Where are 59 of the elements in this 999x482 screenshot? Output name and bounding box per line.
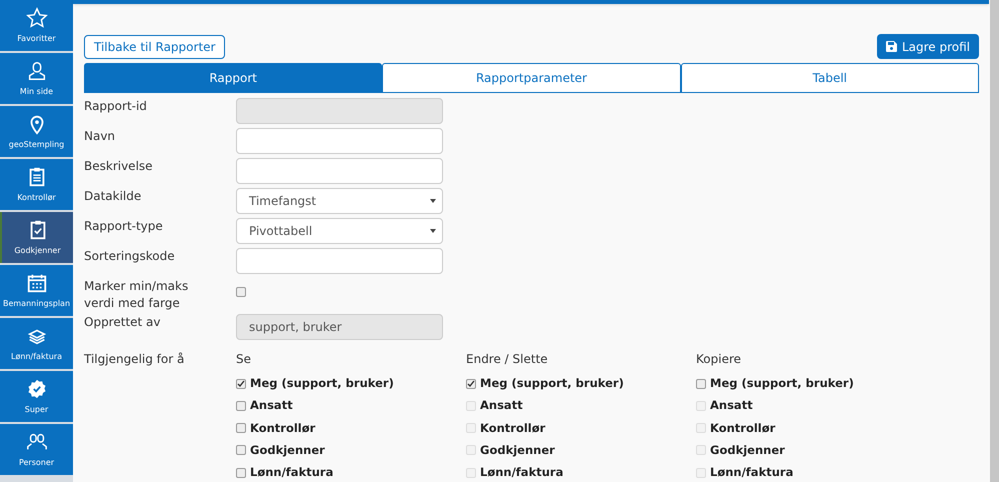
input-field[interactable] [236, 158, 443, 184]
field-label: Navn [84, 128, 116, 145]
checkbox-label: Meg (support, bruker) [710, 375, 854, 392]
checkbox-label: Kontrollør [480, 420, 546, 436]
save-button[interactable]: Lagre profil [876, 34, 979, 59]
checkbox-label: Lønn/faktura [250, 464, 334, 481]
calendar-icon [26, 272, 48, 294]
checkbox-label: Godkjenner [710, 442, 785, 459]
back-button[interactable]: Tilbake til Rapporter [84, 35, 226, 59]
field-label: Sorteringskode [84, 248, 176, 265]
dropdown[interactable]: Pivottabell [236, 218, 443, 244]
checkbox-label: Kontrollør [710, 420, 776, 436]
tab[interactable]: Rapportparameter [382, 63, 681, 93]
sidebar-item[interactable]: Godkjenner [0, 212, 73, 263]
field-label: Rapport-type [84, 218, 164, 235]
field-label: Tilgjengelig for å [84, 351, 186, 368]
checkbox-label: Meg (support, bruker) [480, 375, 624, 392]
checkbox[interactable] [236, 468, 246, 478]
column-heading: Se [236, 351, 252, 368]
checkbox-label: Lønn/faktura [710, 464, 794, 481]
field-label: Marker min/maks verdi med farge [84, 278, 190, 312]
checkbox[interactable] [236, 423, 246, 434]
checkbox[interactable] [696, 378, 706, 389]
checkbox-label: Godkjenner [480, 442, 555, 459]
sidebar-item[interactable]: Super [0, 371, 73, 422]
checkbox[interactable] [466, 378, 476, 389]
checkbox[interactable] [236, 445, 246, 456]
checkbox-label: Godkjenner [250, 442, 325, 459]
caret-icon [430, 199, 436, 203]
sidebar-item[interactable]: geoStempling [0, 106, 73, 157]
tab[interactable]: Tabell [680, 63, 979, 93]
checkbox-label: Ansatt [710, 397, 753, 414]
checkbox[interactable] [236, 400, 246, 411]
sidebar-item[interactable]: Bemanningsplan [0, 265, 73, 316]
column-heading: Kopiere [696, 351, 742, 368]
caret-icon [430, 229, 436, 233]
sidebar-item[interactable]: Personer [0, 424, 73, 475]
checkbox-label: Kontrollør [250, 420, 316, 436]
checkbox-label: Ansatt [250, 397, 293, 414]
sidebar-item[interactable]: Favoritter [0, 0, 73, 51]
column-heading: Endre / Slette [466, 351, 549, 368]
field-label: Datakilde [84, 188, 142, 205]
star-icon [26, 7, 48, 29]
sidebar-item[interactable]: Min side [0, 53, 73, 104]
sidebar-item[interactable]: Lønn/faktura [0, 318, 73, 369]
tab[interactable]: Rapport [84, 63, 382, 93]
checkbox-label: Lønn/faktura [480, 464, 564, 481]
sidebar-item[interactable]: Kontrollør [0, 159, 73, 210]
field-label: Rapport-id [84, 98, 148, 115]
input-field[interactable] [236, 248, 443, 274]
check-badge-icon [26, 378, 48, 400]
dropdown[interactable]: Timefangst [236, 188, 443, 214]
input-field[interactable] [236, 128, 443, 154]
field-label: Opprettet av [84, 314, 162, 331]
checkbox-label: Meg (support, bruker) [250, 375, 394, 392]
field-label: Beskrivelse [84, 158, 154, 175]
checkbox[interactable] [236, 287, 246, 297]
checkbox-label: Ansatt [480, 397, 523, 414]
checkbox[interactable] [236, 378, 246, 389]
